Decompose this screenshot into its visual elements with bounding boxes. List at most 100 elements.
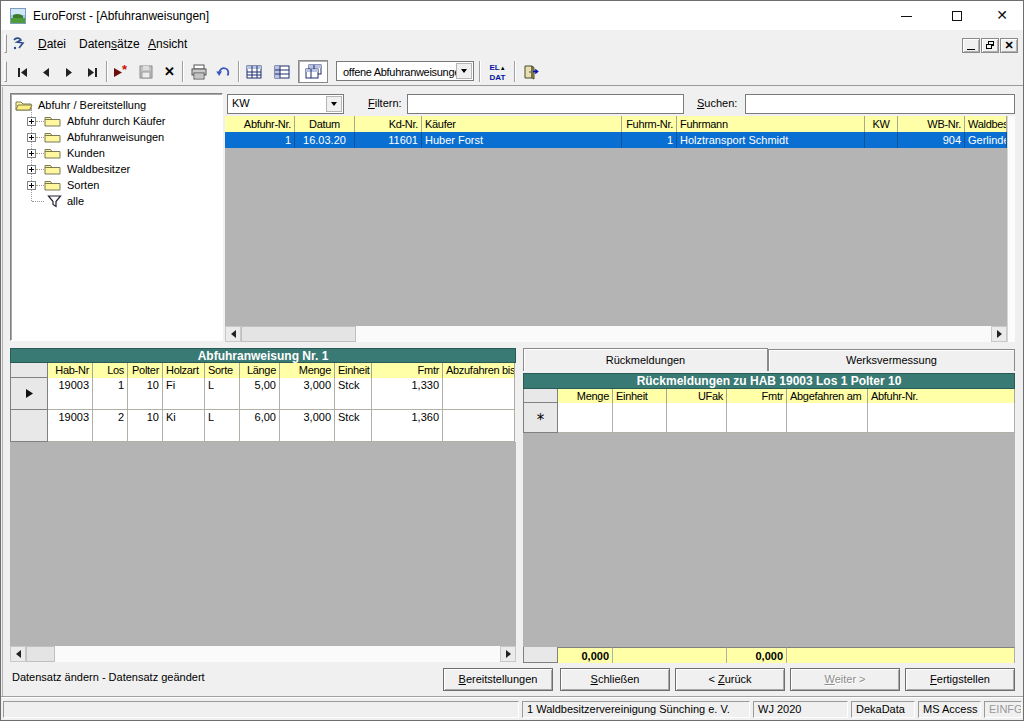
- cell[interactable]: [667, 403, 727, 433]
- tree-expander-icon[interactable]: [27, 117, 36, 126]
- tree-item-kunden[interactable]: Kunden: [44, 145, 107, 161]
- datasheet-view-button[interactable]: [243, 60, 265, 83]
- cell[interactable]: 1: [622, 132, 677, 148]
- kw-dropdown-icon[interactable]: [326, 96, 342, 112]
- right-grid-header-selector[interactable]: [523, 389, 558, 403]
- cell[interactable]: 3,000: [280, 410, 335, 442]
- column-header[interactable]: Los: [93, 363, 128, 378]
- cell[interactable]: Stck: [335, 378, 372, 410]
- last-record-button[interactable]: [80, 60, 103, 83]
- column-header[interactable]: Abfuhr-Nr.: [868, 389, 1015, 403]
- delete-record-button[interactable]: ✕: [158, 60, 181, 83]
- cell[interactable]: Fi: [163, 378, 205, 410]
- menu-datenstze[interactable]: Datensätze: [72, 35, 147, 53]
- tree-expander-icon[interactable]: [27, 133, 36, 142]
- left-grid-header-selector[interactable]: [10, 363, 48, 378]
- cell[interactable]: 1: [93, 378, 128, 410]
- cell[interactable]: 11601: [355, 132, 422, 148]
- cell[interactable]: 904: [898, 132, 965, 148]
- maximize-button[interactable]: [940, 1, 974, 30]
- cell[interactable]: 16.03.20: [295, 132, 355, 148]
- main-grid-hscrollbar[interactable]: [225, 326, 1007, 342]
- column-header[interactable]: Fuhrmann: [677, 116, 865, 132]
- scroll-left-icon[interactable]: [10, 646, 26, 662]
- column-header[interactable]: Abgefahren am: [787, 389, 868, 403]
- scroll-thumb[interactable]: [26, 646, 55, 662]
- column-header[interactable]: Einheit: [613, 389, 667, 403]
- close-button[interactable]: ✕: [985, 1, 1019, 30]
- view-filter-combobox[interactable]: offene Abfuhranweisungen: [336, 61, 474, 81]
- cell[interactable]: 5,00: [240, 378, 280, 410]
- print-button[interactable]: [186, 60, 212, 83]
- column-header[interactable]: Menge: [280, 363, 335, 378]
- column-header[interactable]: Datum: [295, 116, 355, 132]
- minimize-button[interactable]: [889, 1, 923, 30]
- cell[interactable]: [613, 403, 667, 433]
- cell[interactable]: 2: [93, 410, 128, 442]
- tab-werksvermessung[interactable]: Werksvermessung: [768, 349, 1015, 371]
- tree-root[interactable]: Abfuhr / Bereitstellung: [15, 97, 148, 113]
- column-header[interactable]: Kd-Nr.: [355, 116, 422, 132]
- column-header[interactable]: Länge: [240, 363, 280, 378]
- cell[interactable]: [787, 647, 1015, 663]
- right-grid-summary-selector[interactable]: [523, 647, 558, 663]
- column-header[interactable]: Einheit: [335, 363, 372, 378]
- mdi-close-button[interactable]: ✕: [1000, 38, 1018, 53]
- cell[interactable]: 1: [225, 132, 295, 148]
- search-input[interactable]: [745, 94, 1015, 114]
- column-header[interactable]: Waldbesitzer: [965, 116, 1007, 132]
- cell[interactable]: [443, 410, 515, 442]
- scroll-thumb[interactable]: [241, 326, 356, 342]
- mdi-minimize-button[interactable]: [962, 38, 980, 53]
- left-grid-row-selector[interactable]: [10, 378, 48, 410]
- toolbar-grip[interactable]: [4, 61, 7, 82]
- undo-button[interactable]: [212, 60, 236, 83]
- mdi-restore-button[interactable]: [981, 38, 999, 53]
- column-header[interactable]: Käufer: [422, 116, 622, 132]
- cell[interactable]: Huber Forst: [422, 132, 622, 148]
- cell[interactable]: 10: [128, 410, 163, 442]
- button-weiter[interactable]: Weiter >: [790, 668, 900, 691]
- cell[interactable]: 1,360: [372, 410, 443, 442]
- scroll-right-icon[interactable]: [991, 326, 1007, 342]
- cell[interactable]: [558, 403, 613, 433]
- cell[interactable]: [727, 403, 787, 433]
- column-header[interactable]: UFak: [667, 389, 727, 403]
- next-record-button[interactable]: [57, 60, 80, 83]
- button-bereitstellungen[interactable]: Bereitstellungen: [443, 668, 553, 691]
- tree-item-sorten[interactable]: Sorten: [44, 177, 101, 193]
- tree-item-alle[interactable]: alle: [47, 193, 86, 209]
- cell[interactable]: Stck: [335, 410, 372, 442]
- cell[interactable]: 0,000: [558, 647, 613, 663]
- scroll-right-icon[interactable]: [500, 646, 516, 662]
- cell[interactable]: 6,00: [240, 410, 280, 442]
- previous-record-button[interactable]: [34, 60, 57, 83]
- cell[interactable]: 19003: [48, 378, 93, 410]
- first-record-button[interactable]: [11, 60, 34, 83]
- menu-datei[interactable]: Datei: [31, 35, 73, 53]
- tree-expander-icon[interactable]: [27, 181, 36, 190]
- button-schlieen[interactable]: Schließen: [560, 668, 670, 691]
- menubar-grip[interactable]: [4, 34, 7, 53]
- document-icon[interactable]: [11, 36, 27, 52]
- tab-rueckmeldungen[interactable]: Rückmeldungen: [523, 348, 768, 371]
- tree-item-abfuhrdurchkufer[interactable]: Abfuhr durch Käufer: [44, 113, 167, 129]
- cell[interactable]: L: [205, 378, 240, 410]
- kw-combobox[interactable]: KW: [227, 94, 344, 114]
- cell[interactable]: 3,000: [280, 378, 335, 410]
- column-header[interactable]: Fmtr: [372, 363, 443, 378]
- main-grid-vscrollbar[interactable]: [1007, 116, 1015, 342]
- right-grid-new-row-selector[interactable]: *: [523, 403, 558, 433]
- tree-item-waldbesitzer[interactable]: Waldbesitzer: [44, 161, 132, 177]
- column-header[interactable]: KW: [865, 116, 898, 132]
- exit-button[interactable]: [519, 60, 542, 83]
- cell[interactable]: 0,000: [727, 647, 787, 663]
- tree-expander-icon[interactable]: [27, 165, 36, 174]
- cell[interactable]: Holztransport Schmidt: [677, 132, 865, 148]
- cell[interactable]: 10: [128, 378, 163, 410]
- cell[interactable]: 19003: [48, 410, 93, 442]
- tree-expander-icon[interactable]: [27, 149, 36, 158]
- cell[interactable]: [443, 378, 515, 410]
- button-zurck[interactable]: < Zurück: [675, 668, 785, 691]
- left-grid-hscrollbar[interactable]: [10, 646, 516, 662]
